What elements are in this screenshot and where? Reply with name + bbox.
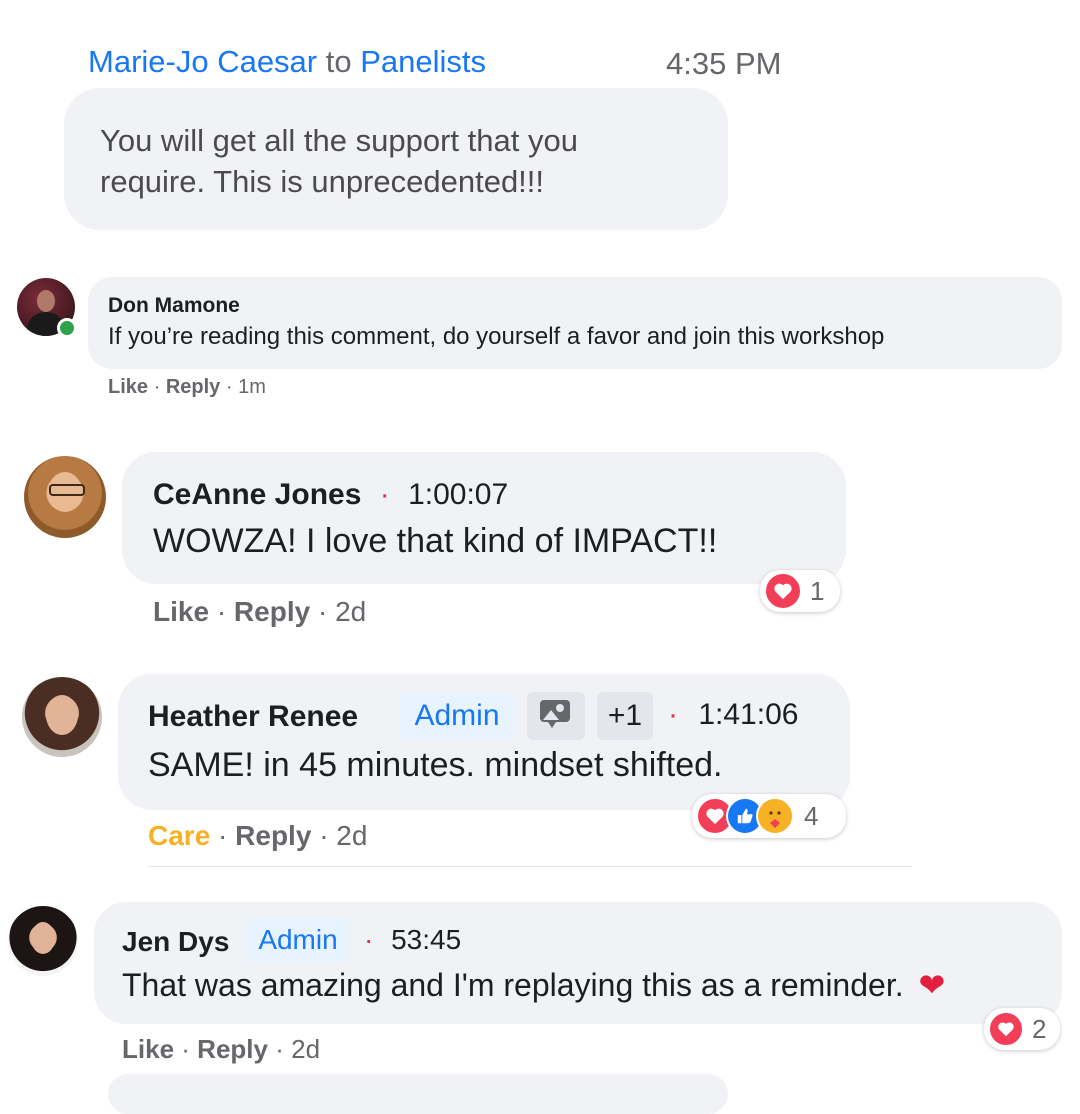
comment-bubble: Don Mamone If you’re reading this commen…: [88, 277, 1062, 369]
comment-actions: Like · Reply · 2d: [153, 596, 366, 628]
photo-icon: [538, 698, 574, 735]
avatar-face: [46, 695, 78, 735]
avatar-figure: [37, 290, 55, 312]
reply-button[interactable]: Reply: [166, 376, 220, 398]
avatar[interactable]: [22, 677, 102, 757]
separator-dot: ·: [364, 924, 374, 955]
reaction-summary[interactable]: 1: [760, 570, 840, 612]
comment-timestamp-group: · 53:45: [364, 924, 461, 956]
media-badge: [527, 692, 585, 740]
comment-text: If you’re reading this comment, do yours…: [108, 323, 885, 350]
separator: ·: [218, 820, 228, 851]
reaction-count: 1: [810, 575, 825, 606]
comment-time: 2d: [335, 596, 367, 627]
message-header: Marie-Jo Caesar to Panelists: [88, 44, 486, 80]
online-indicator: [57, 318, 77, 338]
reaction-count: 4: [804, 800, 819, 831]
to-label: to: [325, 44, 352, 79]
comment-author[interactable]: Don Mamone: [108, 294, 240, 318]
sender-name[interactable]: Marie-Jo Caesar: [88, 44, 317, 79]
video-timestamp[interactable]: 1:41:06: [698, 698, 798, 731]
avatar[interactable]: [24, 456, 106, 538]
reaction-count: 2: [1032, 1013, 1047, 1044]
care-button[interactable]: Care: [148, 820, 210, 851]
comment-actions: Like · Reply · 2d: [122, 1034, 320, 1065]
message-bubble: You will get all the support that you re…: [64, 88, 728, 230]
extra-badge-count[interactable]: +1: [597, 692, 653, 740]
heart-reaction-icon: [988, 1011, 1024, 1047]
comment-time: 2d: [336, 820, 368, 851]
comment-text: SAME! in 45 minutes. mindset shifted.: [148, 746, 723, 784]
reaction-summary[interactable]: 4: [692, 794, 846, 838]
separator-dot: ·: [668, 698, 678, 731]
avatar-glasses: [49, 484, 85, 496]
separator: ·: [153, 376, 161, 398]
divider: [148, 866, 912, 867]
separator: ·: [317, 596, 328, 627]
separator: ·: [225, 376, 233, 398]
care-reaction-icon: [756, 797, 794, 835]
comment-actions: Care · Reply · 2d: [148, 820, 367, 852]
reply-button[interactable]: Reply: [197, 1034, 268, 1064]
comment-author[interactable]: Jen Dys: [122, 926, 229, 958]
message-text-line1: You will get all the support that you: [100, 123, 578, 158]
admin-badge: Admin: [246, 918, 350, 962]
heart-reaction-icon: [764, 572, 802, 610]
comment-bubble: Jen Dys Admin · 53:45 That was amazing a…: [94, 902, 1062, 1024]
message-time: 4:35 PM: [666, 46, 782, 81]
heart-emoji: ❤: [918, 967, 946, 1003]
video-timestamp[interactable]: 1:00:07: [408, 478, 508, 511]
video-timestamp[interactable]: 53:45: [391, 924, 461, 955]
comment-text: WOWZA! I love that kind of IMPACT!!: [153, 522, 718, 560]
like-button[interactable]: Like: [108, 376, 148, 398]
reply-button[interactable]: Reply: [235, 820, 311, 851]
separator-dot: ·: [379, 478, 390, 511]
comment-header: CeAnne Jones · 1:00:07: [153, 478, 508, 512]
comment-text-row: That was amazing and I'm replaying this …: [122, 966, 945, 1004]
comment-time: 2d: [291, 1034, 321, 1064]
comment-time: 1m: [238, 376, 266, 398]
comment-actions: Like · Reply · 1m: [108, 376, 266, 399]
comment-bubble: CeAnne Jones · 1:00:07 WOWZA! I love tha…: [122, 452, 846, 584]
separator: ·: [319, 820, 329, 851]
comment-timestamp-group: · 1:41:06: [668, 698, 798, 732]
like-button[interactable]: Like: [122, 1034, 174, 1064]
separator: ·: [216, 596, 227, 627]
comment-bubble: Heather Renee Admin +1 · 1:41:06 SAME! i…: [118, 674, 850, 810]
separator: ·: [275, 1034, 284, 1064]
comment-text: That was amazing and I'm replaying this …: [122, 967, 904, 1003]
admin-badge: Admin: [400, 692, 514, 740]
message-text-line2: require. This is unprecedented!!!: [100, 164, 545, 199]
avatar[interactable]: [8, 906, 78, 976]
reaction-summary[interactable]: 2: [984, 1008, 1060, 1050]
comment-author[interactable]: Heather Renee: [148, 700, 358, 734]
like-button[interactable]: Like: [153, 596, 209, 627]
next-comment-bubble-edge: [108, 1074, 728, 1114]
avatar-face: [31, 922, 55, 954]
reply-button[interactable]: Reply: [234, 596, 310, 627]
comment-author[interactable]: CeAnne Jones: [153, 478, 361, 511]
recipient-name[interactable]: Panelists: [360, 44, 486, 79]
separator: ·: [181, 1034, 190, 1064]
